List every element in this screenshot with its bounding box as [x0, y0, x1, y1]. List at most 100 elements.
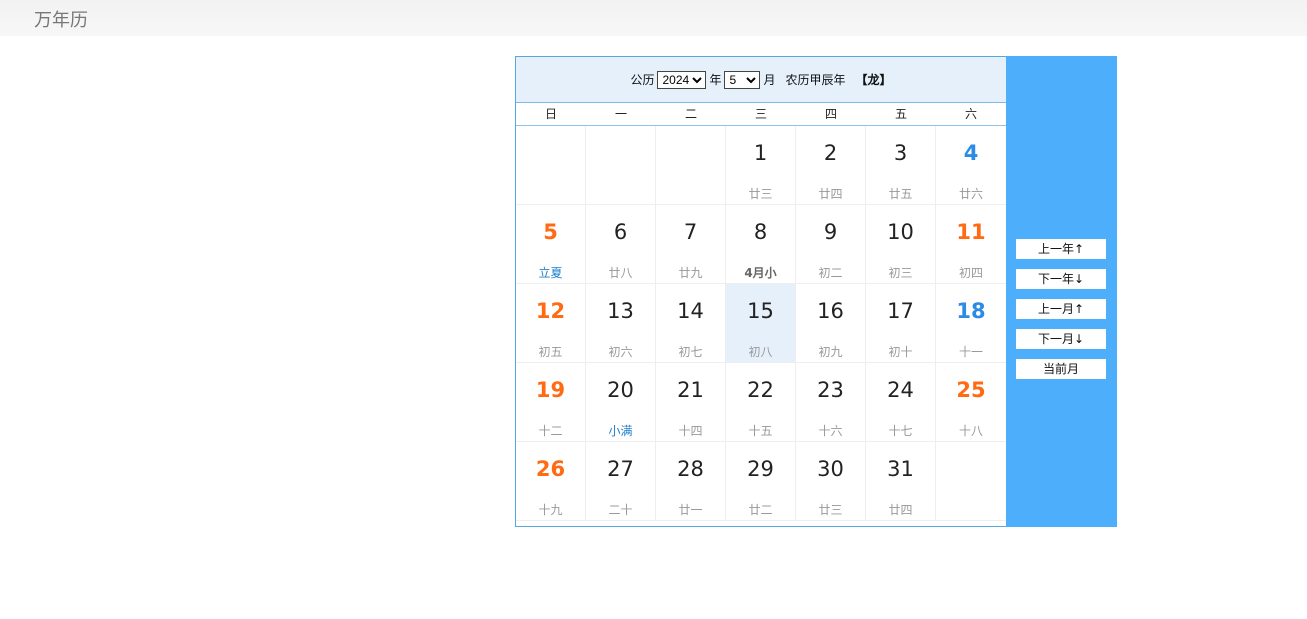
- prev-month-button[interactable]: 上一月↑: [1016, 299, 1106, 319]
- next-year-button[interactable]: 下一年↓: [1016, 269, 1106, 289]
- day-cell[interactable]: 21 十四: [656, 363, 726, 442]
- lunar-date: 廿九: [678, 266, 703, 280]
- lunar-date: 十五: [748, 424, 773, 438]
- day-number: 12: [535, 299, 566, 323]
- day-number: 7: [683, 220, 698, 244]
- day-grid: 1 廿三 2 廿四 3 廿五 4 廿六 5 立夏 6 廿八 7 廿九 8 4月小 9 初二 10 初三 11 初四 12 初五…: [516, 126, 1006, 521]
- day-cell[interactable]: 18 十一: [936, 284, 1006, 363]
- lunar-date: 十八: [958, 424, 983, 438]
- app-title: 万年历: [34, 10, 88, 31]
- day-cell[interactable]: 27 二十: [586, 442, 656, 521]
- day-cell[interactable]: 5 立夏: [516, 205, 586, 284]
- top-bar: 万年历: [0, 0, 1307, 36]
- empty-day-cell: [516, 126, 586, 205]
- lunar-date: 廿五: [888, 187, 913, 201]
- lunar-date: 小满: [608, 424, 633, 438]
- day-number: 16: [817, 299, 844, 323]
- current-month-button[interactable]: 当前月: [1016, 359, 1106, 379]
- day-number: 6: [613, 220, 628, 244]
- lunar-date: 廿三: [818, 503, 843, 517]
- day-number: 17: [887, 299, 914, 323]
- day-cell[interactable]: 11 初四: [936, 205, 1006, 284]
- lunar-date: 十二: [538, 424, 563, 438]
- day-cell[interactable]: 22 十五: [726, 363, 796, 442]
- weekday-sun: 日: [544, 107, 557, 121]
- year-select[interactable]: 2024: [657, 70, 707, 89]
- day-cell[interactable]: 17 初十: [866, 284, 936, 363]
- day-cell[interactable]: 16 初九: [796, 284, 866, 363]
- day-number: 19: [535, 378, 566, 402]
- prev-year-button[interactable]: 上一年↑: [1016, 239, 1106, 259]
- day-cell[interactable]: 9 初二: [796, 205, 866, 284]
- day-cell[interactable]: 10 初三: [866, 205, 936, 284]
- lunar-date: 十七: [888, 424, 913, 438]
- day-number: 29: [747, 457, 774, 481]
- day-cell[interactable]: 23 十六: [796, 363, 866, 442]
- lunar-date: 廿四: [818, 187, 843, 201]
- empty-day-cell: [936, 442, 1006, 521]
- day-number: 30: [817, 457, 844, 481]
- day-cell[interactable]: 4 廿六: [936, 126, 1006, 205]
- day-number: 4: [963, 141, 979, 165]
- day-number: 20: [607, 378, 634, 402]
- day-cell[interactable]: 31 廿四: [866, 442, 936, 521]
- lunar-date: 初五: [538, 345, 563, 359]
- day-cell[interactable]: 7 廿九: [656, 205, 726, 284]
- day-cell[interactable]: 13 初六: [586, 284, 656, 363]
- day-number: 10: [887, 220, 914, 244]
- lunar-date: 初九: [818, 345, 843, 359]
- month-select[interactable]: 5: [724, 70, 761, 89]
- day-cell[interactable]: 29 廿二: [726, 442, 796, 521]
- weekday-row: 日 一 二 三 四 五 六: [516, 103, 1006, 126]
- lunar-year: 农历甲辰年: [785, 73, 846, 87]
- day-number: 13: [607, 299, 634, 323]
- day-cell[interactable]: 28 廿一: [656, 442, 726, 521]
- next-month-button[interactable]: 下一月↓: [1016, 329, 1106, 349]
- day-cell[interactable]: 3 廿五: [866, 126, 936, 205]
- day-number: 2: [823, 141, 838, 165]
- lunar-date: 廿二: [748, 503, 773, 517]
- day-number: 28: [677, 457, 704, 481]
- weekday-fri: 五: [894, 107, 907, 121]
- day-cell[interactable]: 30 廿三: [796, 442, 866, 521]
- day-cell[interactable]: 6 廿八: [586, 205, 656, 284]
- day-cell[interactable]: 26 十九: [516, 442, 586, 521]
- lunar-date: 初三: [888, 266, 913, 280]
- weekday-wed: 三: [754, 107, 767, 121]
- lunar-date: 十四: [678, 424, 703, 438]
- lunar-date: 立夏: [538, 266, 563, 280]
- day-cell[interactable]: 15 初八: [726, 284, 796, 363]
- day-cell[interactable]: 19 十二: [516, 363, 586, 442]
- lunar-date: 十一: [958, 345, 983, 359]
- calendar-header: 公历 2024 年 5 月 农历甲辰年 【龙】: [516, 57, 1006, 103]
- zodiac-label: 【龙】: [855, 73, 892, 87]
- day-number: 1: [753, 141, 768, 165]
- weekday-mon: 一: [614, 107, 627, 121]
- day-cell[interactable]: 25 十八: [936, 363, 1006, 442]
- day-cell[interactable]: 12 初五: [516, 284, 586, 363]
- calendar: 公历 2024 年 5 月 农历甲辰年 【龙】 日 一 二 三 四 五 六 1廿…: [515, 56, 1007, 527]
- lunar-date: 初二: [818, 266, 843, 280]
- year-unit: 年: [709, 73, 722, 87]
- empty-day-cell: [656, 126, 726, 205]
- lunar-date: 初六: [608, 345, 633, 359]
- day-cell[interactable]: 8 4月小: [726, 205, 796, 284]
- day-number: 11: [956, 220, 986, 244]
- lunar-date: 廿六: [958, 187, 983, 201]
- lunar-date: 十六: [818, 424, 843, 438]
- lunar-date: 二十: [608, 503, 633, 517]
- day-number: 24: [887, 378, 914, 402]
- day-cell[interactable]: 1 廿三: [726, 126, 796, 205]
- day-cell[interactable]: 2 廿四: [796, 126, 866, 205]
- lunar-date: 廿四: [888, 503, 913, 517]
- day-number: 14: [677, 299, 704, 323]
- lunar-date: 廿一: [678, 503, 703, 517]
- lunar-date: 十九: [538, 503, 563, 517]
- day-cell[interactable]: 24 十七: [866, 363, 936, 442]
- empty-day-cell: [586, 126, 656, 205]
- lunar-date: 初七: [678, 345, 703, 359]
- lunar-date: 初十: [888, 345, 913, 359]
- day-cell[interactable]: 20 小满: [586, 363, 656, 442]
- day-number: 31: [887, 457, 914, 481]
- day-cell[interactable]: 14 初七: [656, 284, 726, 363]
